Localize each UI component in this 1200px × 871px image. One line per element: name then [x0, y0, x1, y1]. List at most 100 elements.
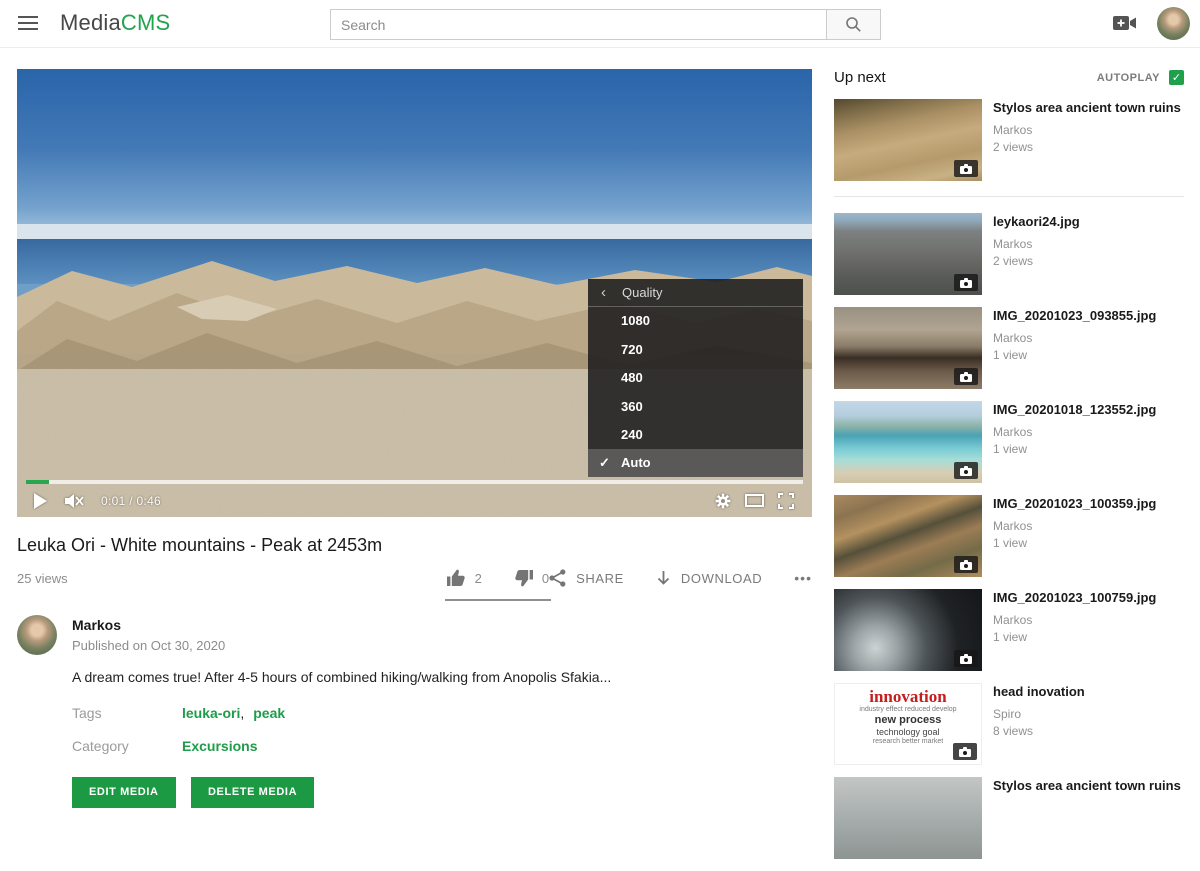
related-author: Spiro: [993, 707, 1085, 721]
download-label: DOWNLOAD: [681, 571, 762, 586]
related-views: 2 views: [993, 140, 1181, 154]
quality-option-auto[interactable]: ✓ Auto: [588, 449, 803, 477]
quality-option-240[interactable]: 240: [588, 420, 803, 448]
share-button[interactable]: SHARE: [549, 569, 624, 587]
category-row: Category Excursions: [72, 738, 812, 754]
share-icon: [549, 569, 566, 587]
related-author: Markos: [993, 613, 1156, 627]
quality-menu-title: Quality: [622, 285, 662, 300]
wordcloud-main: innovation: [835, 688, 981, 705]
related-item-1[interactable]: Stylos area ancient town ruins Markos 2 …: [834, 99, 1184, 181]
camera-icon: [960, 278, 972, 288]
related-author: Markos: [993, 237, 1080, 251]
related-views: 1 view: [993, 442, 1156, 456]
autoplay-toggle[interactable]: AUTOPLAY ✓: [1097, 70, 1184, 85]
thumb-up-icon: [447, 569, 466, 587]
gear-icon: [715, 493, 731, 509]
logo[interactable]: MediaCMS: [60, 10, 170, 36]
camera-badge: [954, 462, 978, 479]
fullscreen-icon: [778, 493, 794, 509]
related-item-3[interactable]: IMG_20201023_093855.jpg Markos 1 view: [834, 307, 1184, 389]
play-button[interactable]: [33, 493, 47, 509]
player-controls: 0:01 / 0:46: [17, 484, 812, 517]
camera-badge: [954, 368, 978, 385]
author-name[interactable]: Markos: [72, 617, 225, 633]
thumb-down-icon: [514, 569, 533, 587]
video-player[interactable]: ‹ Quality 1080 720 480 360 240 ✓ Auto: [17, 69, 812, 517]
quality-option-1080[interactable]: 1080: [588, 307, 803, 335]
edit-media-button[interactable]: EDIT MEDIA: [72, 777, 176, 808]
related-title: Stylos area ancient town ruins: [993, 100, 1181, 117]
quality-menu-header[interactable]: ‹ Quality: [588, 279, 803, 307]
related-thumbnail: innovation industry effect reduced devel…: [834, 683, 982, 765]
tag-peak[interactable]: peak: [253, 705, 285, 721]
camera-icon: [960, 372, 972, 382]
related-item-6[interactable]: IMG_20201023_100759.jpg Markos 1 view: [834, 589, 1184, 671]
time-display: 0:01 / 0:46: [101, 494, 161, 508]
theater-mode-button[interactable]: [745, 494, 764, 507]
quality-menu: ‹ Quality 1080 720 480 360 240 ✓ Auto: [588, 279, 803, 477]
camera-badge: [954, 556, 978, 573]
related-author: Markos: [993, 331, 1156, 345]
related-thumbnail: [834, 307, 982, 389]
check-icon: ✓: [588, 455, 621, 471]
upload-media-button[interactable]: [1113, 15, 1137, 37]
related-item-4[interactable]: IMG_20201018_123552.jpg Markos 1 view: [834, 401, 1184, 483]
camera-icon: [959, 747, 971, 757]
related-views: 2 views: [993, 254, 1080, 268]
search-icon: [845, 16, 862, 33]
related-thumbnail: [834, 777, 982, 859]
related-thumbnail: [834, 401, 982, 483]
video-description: A dream comes true! After 4-5 hours of c…: [72, 668, 812, 688]
tag-separator: ,: [240, 705, 244, 721]
camera-badge: [953, 743, 977, 760]
related-item-2[interactable]: leykaori24.jpg Markos 2 views: [834, 213, 1184, 295]
related-title: IMG_20201023_100759.jpg: [993, 590, 1156, 607]
more-actions-button[interactable]: •••: [794, 570, 812, 586]
camera-badge: [954, 160, 978, 177]
author-avatar[interactable]: [17, 615, 57, 655]
download-button[interactable]: DOWNLOAD: [656, 570, 762, 587]
fullscreen-button[interactable]: [778, 493, 794, 509]
tag-leuka-ori[interactable]: leuka-ori: [182, 705, 240, 721]
related-title: head inovation: [993, 684, 1085, 701]
category-label: Category: [72, 738, 182, 754]
view-count: 25 views: [17, 571, 68, 586]
camera-icon: [960, 466, 972, 476]
dislike-button[interactable]: 0: [514, 569, 549, 587]
related-title: IMG_20201023_100359.jpg: [993, 496, 1156, 513]
tags-label: Tags: [72, 705, 182, 721]
menu-icon[interactable]: [18, 16, 38, 31]
related-thumbnail: [834, 213, 982, 295]
like-count: 2: [475, 571, 482, 586]
logo-media: Media: [60, 10, 121, 35]
tags-row: Tags leuka-ori, peak: [72, 705, 812, 721]
video-actions: 2 0 SHARE: [447, 569, 812, 587]
related-title: IMG_20201018_123552.jpg: [993, 402, 1156, 419]
play-icon: [33, 493, 47, 509]
quality-option-360[interactable]: 360: [588, 392, 803, 420]
mute-button[interactable]: [65, 493, 85, 509]
search-input[interactable]: [330, 9, 827, 40]
back-chevron-icon: ‹: [601, 284, 606, 301]
category-excursions[interactable]: Excursions: [182, 738, 257, 754]
video-upload-icon: [1113, 15, 1137, 32]
logo-cms: CMS: [121, 10, 171, 35]
related-thumbnail: [834, 99, 982, 181]
related-thumbnail: [834, 589, 982, 671]
user-avatar[interactable]: [1157, 7, 1190, 40]
related-item-7[interactable]: innovation industry effect reduced devel…: [834, 683, 1184, 765]
theater-mode-icon: [745, 494, 764, 507]
camera-icon: [960, 560, 972, 570]
search-button[interactable]: [826, 9, 881, 40]
delete-media-button[interactable]: DELETE MEDIA: [191, 777, 314, 808]
related-item-8[interactable]: Stylos area ancient town ruins: [834, 777, 1184, 859]
quality-option-720[interactable]: 720: [588, 335, 803, 363]
related-item-5[interactable]: IMG_20201023_100359.jpg Markos 1 view: [834, 495, 1184, 577]
up-next-sidebar: Up next AUTOPLAY ✓ Stylos area ancient t…: [834, 69, 1184, 871]
autoplay-checkbox[interactable]: ✓: [1169, 70, 1184, 85]
check-icon: ✓: [1172, 71, 1181, 84]
quality-option-480[interactable]: 480: [588, 363, 803, 391]
settings-button[interactable]: [715, 493, 731, 509]
like-button[interactable]: 2: [447, 569, 482, 587]
